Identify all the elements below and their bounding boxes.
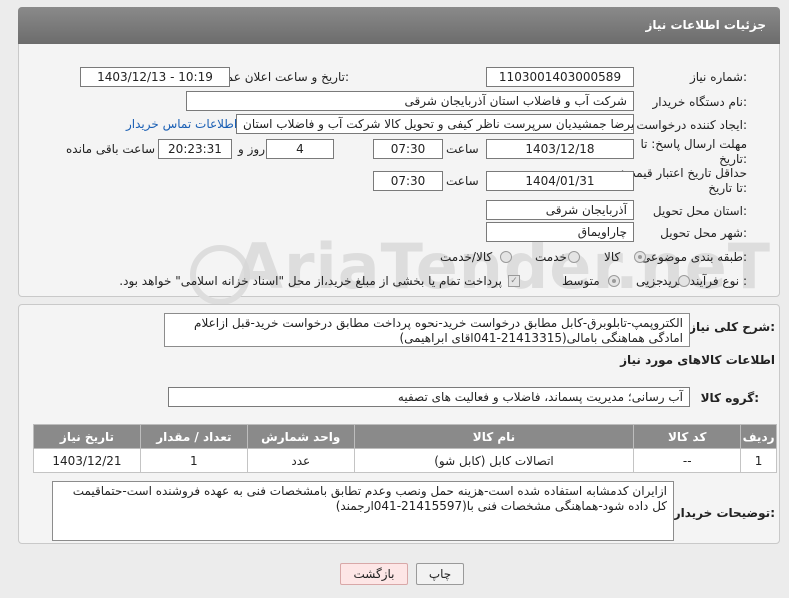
- remaining-time: 20:23:31: [158, 139, 232, 159]
- cell-name: اتصالات کابل (کابل شو): [353, 448, 635, 473]
- remaining-label: ساعت باقی مانده: [66, 142, 156, 156]
- cell-date: 1403/12/21: [33, 448, 141, 473]
- validity-time[interactable]: 07:30: [373, 171, 443, 191]
- goods-section-title: اطلاعات کالاهای مورد نیاز: [620, 353, 775, 367]
- cell-unit: عدد: [246, 448, 355, 473]
- col-row-header: ردیف: [740, 424, 777, 449]
- col-code-header: کد کالا: [633, 424, 742, 449]
- category-radio-service[interactable]: [568, 251, 580, 263]
- deadline-date[interactable]: 1403/12/18: [486, 139, 634, 159]
- table-row[interactable]: 1 -- اتصالات کابل (کابل شو) عدد 1 1403/1…: [33, 448, 777, 473]
- validity-time-label: ساعت: [446, 174, 479, 188]
- city-value: چاراویماق: [486, 222, 634, 242]
- category-option-service: خدمت: [535, 250, 567, 264]
- process-option-medium: متوسط: [562, 274, 600, 288]
- buyer-contact-link[interactable]: اطلاعات تماس خریدار: [126, 117, 237, 131]
- payment-checkbox[interactable]: ✓: [508, 275, 520, 287]
- goods-group-value: آب رسانی؛ مدیریت پسماند، فاضلاب و فعالیت…: [168, 387, 690, 407]
- requester-value: علیرضا جمشیدیان سرپرست ناظر کیفی و تحویل…: [236, 114, 634, 134]
- province-value: آذربایجان شرقی: [486, 200, 634, 220]
- announce-value: 1403/12/13 - 10:19: [80, 67, 230, 87]
- deadline-time-label: ساعت: [446, 142, 479, 156]
- col-qty-header: تعداد / مقدار: [139, 424, 248, 449]
- days-label: روز و: [238, 142, 265, 156]
- goods-group-label: گروه کالا:: [700, 391, 759, 405]
- description-text: الکتروپمپ-تابلوبرق-کابل مطابق درخواست خر…: [164, 313, 690, 347]
- process-label: نوع فرآیند خرید :: [662, 274, 747, 288]
- city-label: شهر محل تحویل:: [660, 226, 747, 240]
- description-label: شرح کلی نیاز:: [689, 320, 775, 334]
- category-radio-both[interactable]: [500, 251, 512, 263]
- days-value: 4: [266, 139, 334, 159]
- deadline-time[interactable]: 07:30: [373, 139, 443, 159]
- process-radio-medium[interactable]: [608, 275, 620, 287]
- process-radio-minor[interactable]: [678, 275, 690, 287]
- table-header-row: ردیف کد کالا نام کالا واحد شمارش تعداد /…: [33, 424, 777, 449]
- col-name-header: نام کالا: [353, 424, 635, 449]
- category-option-goods: کالا: [604, 250, 621, 264]
- process-option-minor: جزیی: [636, 274, 664, 288]
- buyer-notes-label: توضیحات خریدار:: [673, 506, 775, 520]
- print-button[interactable]: چاپ: [416, 563, 464, 585]
- col-date-header: تاریخ نیاز: [33, 424, 141, 449]
- page-title: جزئیات اطلاعات نیاز: [18, 7, 780, 44]
- buyer-org-label: نام دستگاه خریدار:: [652, 95, 748, 109]
- cell-code: --: [633, 448, 742, 473]
- deadline-label: مهلت ارسال پاسخ: تا تاریخ:: [640, 137, 747, 166]
- buyer-org-value: شرکت آب و فاضلاب استان آذربایجان شرقی: [186, 91, 634, 111]
- category-radio-goods[interactable]: [634, 251, 646, 263]
- need-number-value: 1103001403000589: [486, 67, 634, 87]
- validity-date[interactable]: 1404/01/31: [486, 171, 634, 191]
- back-button[interactable]: بازگشت: [340, 563, 408, 585]
- category-option-both: کالا/خدمت: [440, 250, 493, 264]
- goods-table: ردیف کد کالا نام کالا واحد شمارش تعداد /…: [33, 424, 777, 473]
- payment-note: پرداخت تمام یا بخشی از مبلغ خرید،از محل …: [119, 274, 502, 288]
- need-number-label: شماره نیاز:: [689, 70, 747, 84]
- buyer-notes-text: ازایران کدمشابه استفاده شده است-هزینه حم…: [52, 481, 674, 541]
- cell-row: 1: [740, 448, 777, 473]
- province-label: استان محل تحویل:: [652, 204, 747, 218]
- validity-label: حداقل تاریخ اعتبار قیمت: تا تاریخ:: [620, 166, 747, 195]
- requester-label: ایجاد کننده درخواست:: [636, 118, 747, 132]
- category-label: طبقه بندی موضوعی:: [640, 250, 747, 264]
- cell-qty: 1: [139, 448, 248, 473]
- col-unit-header: واحد شمارش: [246, 424, 355, 449]
